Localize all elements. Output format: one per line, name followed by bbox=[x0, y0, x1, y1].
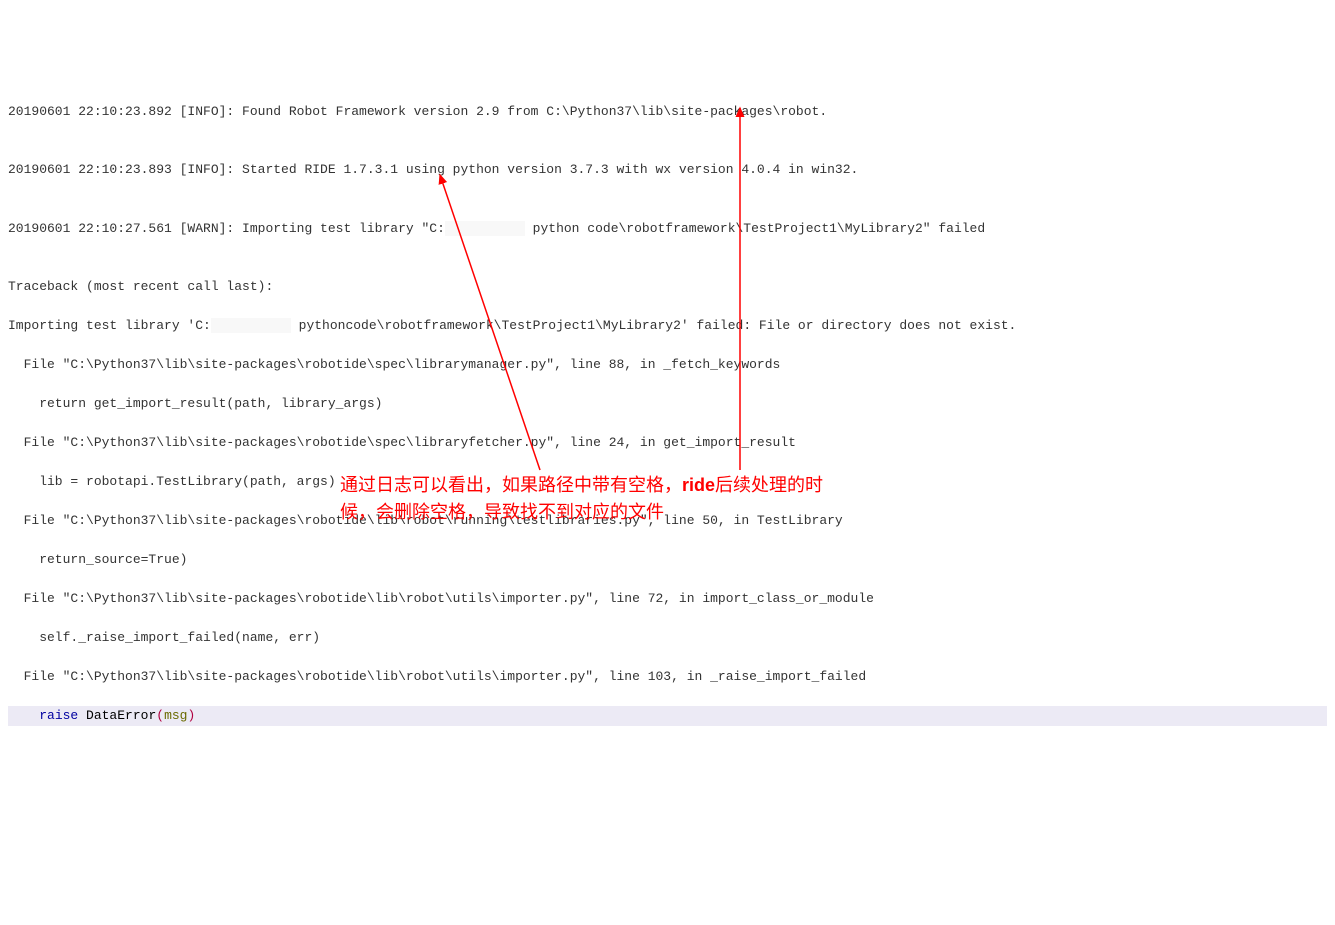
log-line: File "C:\Python37\lib\site-packages\robo… bbox=[8, 667, 1327, 687]
code-indent bbox=[8, 708, 39, 723]
log-line-highlighted: raise DataError(msg) bbox=[8, 706, 1327, 726]
log-line: File "C:\Python37\lib\site-packages\robo… bbox=[8, 355, 1327, 375]
log-text: pythoncode\robotframework\TestProject1\M… bbox=[291, 318, 1017, 333]
keyword-raise: raise bbox=[39, 708, 86, 723]
log-line: return_source=True) bbox=[8, 550, 1327, 570]
log-output: 20190601 22:10:23.892 [INFO]: Found Robo… bbox=[0, 78, 1335, 749]
log-line: 20190601 22:10:23.893 [INFO]: Started RI… bbox=[8, 160, 1327, 180]
log-line: 20190601 22:10:27.561 [WARN]: Importing … bbox=[8, 219, 1327, 239]
annotation-part: 通过日志可以看出，如果路径中带有空格， bbox=[340, 475, 682, 495]
redacted-path bbox=[445, 221, 525, 236]
log-line: self._raise_import_failed(name, err) bbox=[8, 628, 1327, 648]
log-line: File "C:\Python37\lib\site-packages\robo… bbox=[8, 433, 1327, 453]
annotation-text: 通过日志可以看出，如果路径中带有空格，ride后续处理的时 候，会删除空格，导致… bbox=[340, 472, 960, 526]
log-line: Traceback (most recent call last): bbox=[8, 277, 1327, 297]
argument: msg bbox=[164, 708, 187, 723]
paren-open: ( bbox=[156, 708, 164, 723]
log-text: 20190601 22:10:27.561 [WARN]: Importing … bbox=[8, 221, 445, 236]
annotation-part: 后续处理的时 bbox=[715, 475, 823, 495]
log-line: Importing test library 'C: pythoncode\ro… bbox=[8, 316, 1327, 336]
paren-close: ) bbox=[187, 708, 195, 723]
log-line: File "C:\Python37\lib\site-packages\robo… bbox=[8, 589, 1327, 609]
annotation-part: 候，会删除空格，导致找不到对应的文件 bbox=[340, 502, 664, 522]
log-line: return get_import_result(path, library_a… bbox=[8, 394, 1327, 414]
log-text: python code\robotframework\TestProject1\… bbox=[525, 221, 985, 236]
redacted-path bbox=[211, 318, 291, 333]
identifier: DataError bbox=[86, 708, 156, 723]
log-line: 20190601 22:10:23.892 [INFO]: Found Robo… bbox=[8, 102, 1327, 122]
log-text: Importing test library 'C: bbox=[8, 318, 211, 333]
annotation-bold: ride bbox=[682, 475, 715, 495]
